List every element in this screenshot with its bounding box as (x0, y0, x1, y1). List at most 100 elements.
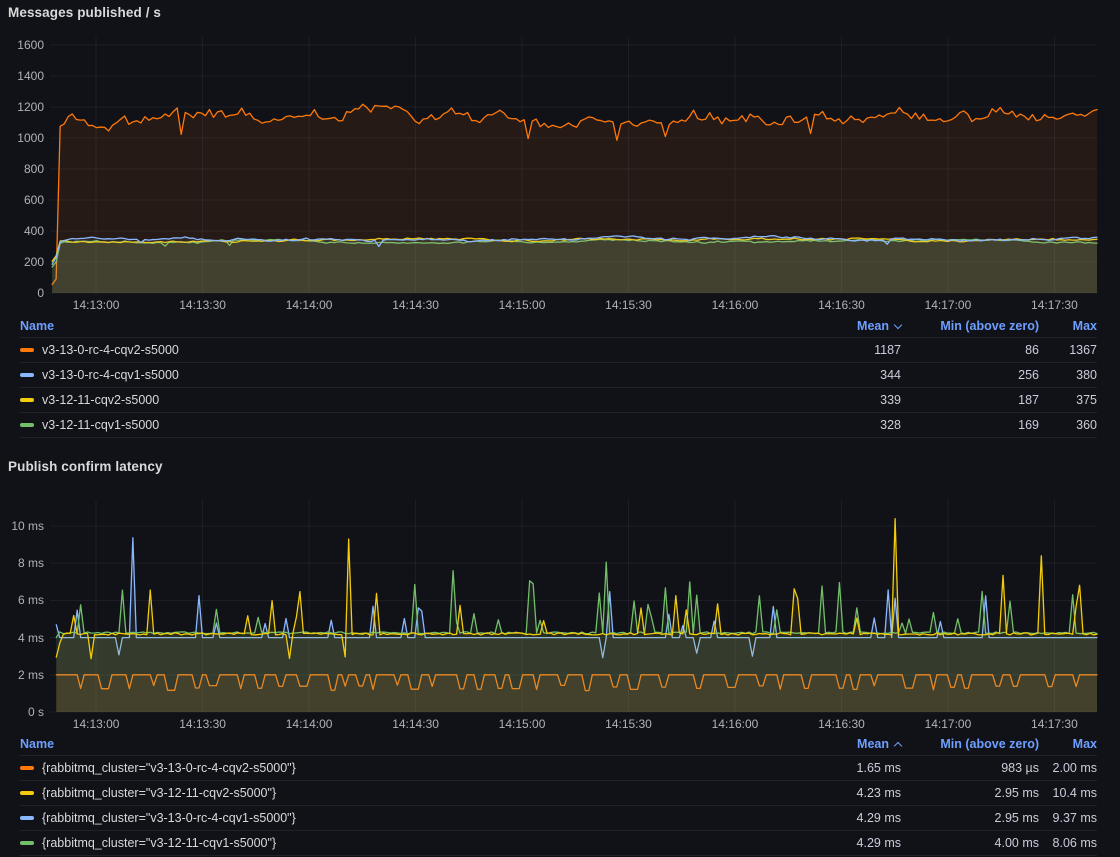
panel-title[interactable]: Publish confirm latency (8, 459, 163, 474)
legend-column-header-name[interactable]: Name (20, 319, 781, 333)
y-tick-label: 400 (2, 223, 44, 239)
legend-column-header-mean[interactable]: Mean (781, 319, 901, 333)
x-tick-label: 14:13:30 (167, 716, 239, 732)
legend-value-mean: 4.23 ms (781, 786, 901, 800)
legend-value-max: 8.06 ms (1039, 836, 1097, 850)
x-tick-label: 14:17:30 (1018, 716, 1090, 732)
legend-series-name-cell[interactable]: {rabbitmq_cluster="v3-13-0-rc-4-cqv1-s50… (20, 811, 781, 825)
legend-value-max: 9.37 ms (1039, 811, 1097, 825)
legend-series-name-cell[interactable]: {rabbitmq_cluster="v3-13-0-rc-4-cqv2-s50… (20, 761, 781, 775)
legend-header-row: Name Mean Min (above zero)Max (20, 733, 1097, 756)
legend-value-mean: 328 (781, 418, 901, 432)
grafana-dashboard: Messages published / s 14:13:00 14:13:30 1… (0, 0, 1120, 857)
y-tick-label: 2 ms (2, 667, 44, 683)
series-color-swatch[interactable] (20, 373, 34, 377)
y-tick-label: 4 ms (2, 630, 44, 646)
y-tick-label: 10 ms (2, 518, 44, 534)
y-tick-label: 8 ms (2, 555, 44, 571)
legend-series-name-cell[interactable]: {rabbitmq_cluster="v3-12-11-cqv1-s5000"} (20, 836, 781, 850)
legend-column-header-mean[interactable]: Mean (781, 737, 901, 751)
legend-value-min: 983 µs (901, 761, 1039, 775)
legend-value-mean: 4.29 ms (781, 836, 901, 850)
x-tick-label: 14:17:00 (912, 716, 984, 732)
legend-table-latency: Name Mean Min (above zero)Max {rabbitmq_clu… (20, 733, 1120, 856)
legend-value-min: 169 (901, 418, 1039, 432)
series-color-swatch[interactable] (20, 766, 34, 770)
legend-value-min: 187 (901, 393, 1039, 407)
series-color-swatch[interactable] (20, 423, 34, 427)
legend-series-name: {rabbitmq_cluster="v3-12-11-cqv2-s5000"} (42, 786, 276, 800)
legend-value-min: 86 (901, 343, 1039, 357)
x-tick-label: 14:15:30 (593, 716, 665, 732)
legend-column-header-min[interactable]: Min (above zero) (901, 737, 1039, 751)
legend-row[interactable]: {rabbitmq_cluster="v3-13-0-rc-4-cqv2-s50… (20, 756, 1097, 781)
y-tick-label: 1600 (2, 37, 44, 53)
legend-column-label: Min (above zero) (940, 319, 1039, 333)
x-tick-label: 14:14:30 (380, 297, 452, 313)
legend-value-mean: 1.65 ms (781, 761, 901, 775)
legend-column-header-min[interactable]: Min (above zero) (901, 319, 1039, 333)
x-tick-label: 14:17:00 (912, 297, 984, 313)
panel-title[interactable]: Messages published / s (8, 5, 161, 20)
legend-value-mean: 4.29 ms (781, 811, 901, 825)
legend-row[interactable]: v3-13-0-rc-4-cqv1-s5000344256380 (20, 363, 1097, 388)
legend-table-messages: Name Mean Min (above zero) Max v3-13-0-rc-4-… (20, 315, 1120, 438)
x-tick-label: 14:16:00 (699, 297, 771, 313)
legend-column-label: Max (1073, 319, 1097, 333)
legend-row[interactable]: v3-12-11-cqv2-s5000 339187375 (20, 388, 1097, 413)
legend-value-mean: 1187 (781, 343, 901, 357)
y-tick-label: 600 (2, 192, 44, 208)
legend-value-min: 2.95 ms (901, 811, 1039, 825)
legend-column-header-name[interactable]: Name (20, 737, 781, 751)
y-tick-label: 1400 (2, 68, 44, 84)
series-color-swatch[interactable] (20, 816, 34, 820)
y-tick-label: 1000 (2, 130, 44, 146)
legend-value-max: 1367 (1039, 343, 1097, 357)
y-tick-label: 6 ms (2, 592, 44, 608)
legend-series-name-cell[interactable]: {rabbitmq_cluster="v3-12-11-cqv2-s5000"} (20, 786, 781, 800)
legend-column-header-max[interactable]: Max (1039, 319, 1097, 333)
legend-value-mean: 339 (781, 393, 901, 407)
legend-series-name: {rabbitmq_cluster="v3-13-0-rc-4-cqv2-s50… (42, 761, 296, 775)
y-tick-label: 0 (2, 285, 44, 301)
legend-value-max: 360 (1039, 418, 1097, 432)
x-tick-label: 14:15:30 (593, 297, 665, 313)
y-tick-label: 800 (2, 161, 44, 177)
legend-column-label: Mean (857, 737, 889, 751)
legend-header-row: Name Mean Min (above zero) Max (20, 315, 1097, 338)
legend-column-label: Name (20, 737, 54, 751)
legend-series-name: v3-13-0-rc-4-cqv2-s5000 (42, 343, 179, 357)
y-tick-label: 1200 (2, 99, 44, 115)
legend-row[interactable]: v3-12-11-cqv1-s5000328169360 (20, 413, 1097, 438)
legend-column-label: Mean (857, 319, 889, 333)
series-color-swatch[interactable] (20, 348, 34, 352)
x-tick-label: 14:14:30 (380, 716, 452, 732)
legend-series-name-cell[interactable]: v3-13-0-rc-4-cqv1-s5000 (20, 368, 781, 382)
x-tick-label: 14:15:00 (486, 716, 558, 732)
legend-column-header-max[interactable]: Max (1039, 737, 1097, 751)
legend-value-min: 256 (901, 368, 1039, 382)
series-color-swatch[interactable] (20, 791, 34, 795)
legend-row[interactable]: {rabbitmq_cluster="v3-13-0-rc-4-cqv1-s50… (20, 806, 1097, 831)
x-tick-label: 14:15:00 (486, 297, 558, 313)
legend-row[interactable]: {rabbitmq_cluster="v3-12-11-cqv1-s5000"}… (20, 831, 1097, 856)
legend-series-name-cell[interactable]: v3-12-11-cqv2-s5000 (20, 393, 781, 407)
legend-value-min: 2.95 ms (901, 786, 1039, 800)
legend-series-name: v3-12-11-cqv2-s5000 (42, 393, 159, 407)
series-color-swatch[interactable] (20, 398, 34, 402)
x-tick-label: 14:13:00 (60, 297, 132, 313)
y-tick-label: 0 s (2, 704, 44, 720)
legend-row[interactable]: v3-13-0-rc-4-cqv2-s5000 1187861367 (20, 338, 1097, 363)
y-tick-label: 200 (2, 254, 44, 270)
legend-row[interactable]: {rabbitmq_cluster="v3-12-11-cqv2-s5000"}… (20, 781, 1097, 806)
series-color-swatch[interactable] (20, 841, 34, 845)
legend-series-name-cell[interactable]: v3-13-0-rc-4-cqv2-s5000 (20, 343, 781, 357)
x-tick-label: 14:16:00 (699, 716, 771, 732)
x-tick-label: 14:16:30 (805, 716, 877, 732)
legend-value-max: 380 (1039, 368, 1097, 382)
legend-series-name-cell[interactable]: v3-12-11-cqv1-s5000 (20, 418, 781, 432)
x-tick-label: 14:13:00 (60, 716, 132, 732)
x-tick-label: 14:13:30 (167, 297, 239, 313)
legend-column-label: Name (20, 319, 54, 333)
legend-value-max: 375 (1039, 393, 1097, 407)
